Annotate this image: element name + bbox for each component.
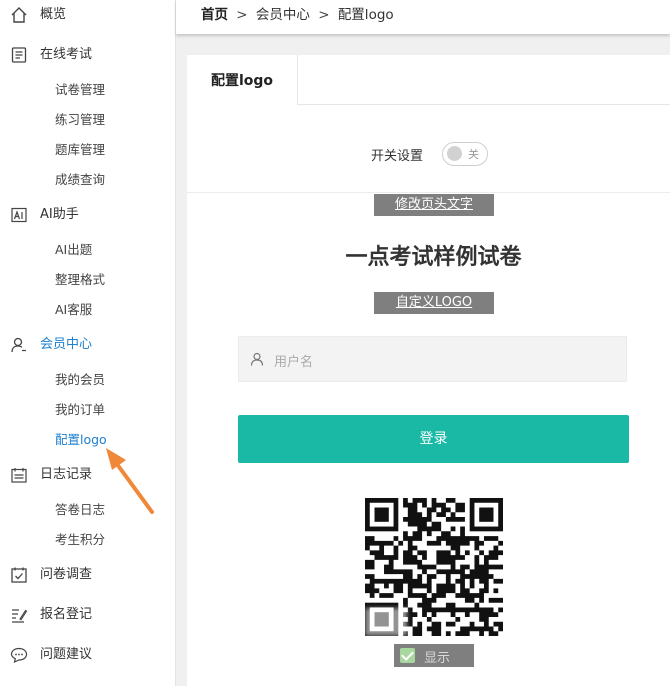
home-icon xyxy=(11,7,27,23)
sidebar-item-signup[interactable]: 报名登记 xyxy=(0,600,175,630)
sidebar-subitem-practice-management[interactable]: 练习管理 xyxy=(55,105,105,135)
sidebar-subitem-paper-management[interactable]: 试卷管理 xyxy=(55,75,105,105)
sidebar-item-label: AI助手 xyxy=(40,207,79,222)
page-title: 一点考试样例试卷 xyxy=(345,245,522,270)
sidebar-item-label: 日志记录 xyxy=(40,467,93,482)
top-header: 首页 > 会员中心 > 配置logo xyxy=(176,0,670,34)
breadcrumb-current: 配置logo xyxy=(337,7,394,23)
breadcrumb-separator: > xyxy=(236,7,248,23)
toggle-switch[interactable]: 关 xyxy=(442,142,488,166)
login-button[interactable]: 登录 xyxy=(238,415,629,463)
sidebar-subitem-candidate-points[interactable]: 考生积分 xyxy=(55,525,105,555)
sidebar-subitem-config-logo[interactable]: 配置logo xyxy=(55,425,107,455)
main-card: 配置logo 开关设置 关 修改页头文字 一点考试样例试卷 自定义LOGO 用户… xyxy=(187,55,670,686)
edit-list-icon xyxy=(12,609,28,623)
sidebar-subitem-ai-service[interactable]: AI客服 xyxy=(55,295,92,325)
user-icon xyxy=(11,337,26,353)
breadcrumb: 首页 > 会员中心 > 配置logo xyxy=(201,0,394,30)
sidebar-subitem-my-membership[interactable]: 我的会员 xyxy=(55,365,105,395)
switch-row: 开关设置 关 xyxy=(187,139,670,169)
toggle-knob xyxy=(447,146,462,161)
switch-label: 开关设置 xyxy=(371,149,424,164)
sidebar-subitem-answer-log[interactable]: 答卷日志 xyxy=(55,495,105,525)
tab-config-logo[interactable]: 配置logo xyxy=(187,55,298,105)
show-checkbox-label: 显示 xyxy=(424,651,451,666)
toggle-state: 关 xyxy=(468,148,479,161)
breadcrumb-separator: > xyxy=(318,7,330,23)
sidebar-item-label: 问卷调查 xyxy=(40,567,93,582)
sidebar-subitem-question-bank[interactable]: 题库管理 xyxy=(55,135,105,165)
username-placeholder: 用户名 xyxy=(274,355,314,370)
sidebar-item-feedback[interactable]: 问题建议 xyxy=(0,640,175,670)
sidebar-item-exam[interactable]: 在线考试 xyxy=(0,40,175,70)
annotation-arrow-icon xyxy=(106,448,154,514)
user-icon xyxy=(250,352,264,366)
checkbox-checked-icon xyxy=(400,648,415,663)
sidebar-subitem-ai-question[interactable]: AI出题 xyxy=(55,235,92,265)
qr-blur-overlay xyxy=(365,608,407,636)
sidebar-item-label: 概览 xyxy=(40,7,67,22)
document-list-icon xyxy=(11,47,27,63)
sidebar-item-label: 报名登记 xyxy=(40,607,93,622)
custom-logo-button[interactable]: 自定义LOGO xyxy=(374,292,494,314)
sidebar-item-overview[interactable]: 概览 xyxy=(0,0,175,30)
ai-icon xyxy=(11,207,27,223)
sidebar: 概览 在线考试 试卷管理 练习管理 题库管理 成绩查询 AI助手 AI出题 整理… xyxy=(0,0,176,686)
sidebar-subitem-my-orders[interactable]: 我的订单 xyxy=(55,395,105,425)
sidebar-item-label: 会员中心 xyxy=(40,337,93,352)
breadcrumb-home[interactable]: 首页 xyxy=(201,7,228,23)
divider xyxy=(187,192,670,193)
sidebar-item-survey[interactable]: 问卷调查 xyxy=(0,560,175,590)
sidebar-item-member[interactable]: 会员中心 xyxy=(0,330,175,360)
sidebar-subitem-format[interactable]: 整理格式 xyxy=(55,265,105,295)
username-input[interactable]: 用户名 xyxy=(238,336,627,382)
chat-bubble-icon xyxy=(10,647,28,664)
checkbox-calendar-icon xyxy=(11,567,27,583)
edit-header-text-button[interactable]: 修改页头文字 xyxy=(374,194,494,216)
tab-bar: 配置logo xyxy=(187,55,670,105)
calendar-icon xyxy=(11,468,27,483)
sidebar-item-label: 问题建议 xyxy=(40,647,93,662)
sidebar-item-label: 在线考试 xyxy=(40,47,93,62)
sidebar-subitem-score-query[interactable]: 成绩查询 xyxy=(55,165,105,195)
breadcrumb-parent[interactable]: 会员中心 xyxy=(256,7,310,23)
sidebar-item-ai[interactable]: AI助手 xyxy=(0,200,175,230)
show-checkbox[interactable]: 显示 xyxy=(394,644,474,667)
qr-code-image xyxy=(365,498,503,636)
